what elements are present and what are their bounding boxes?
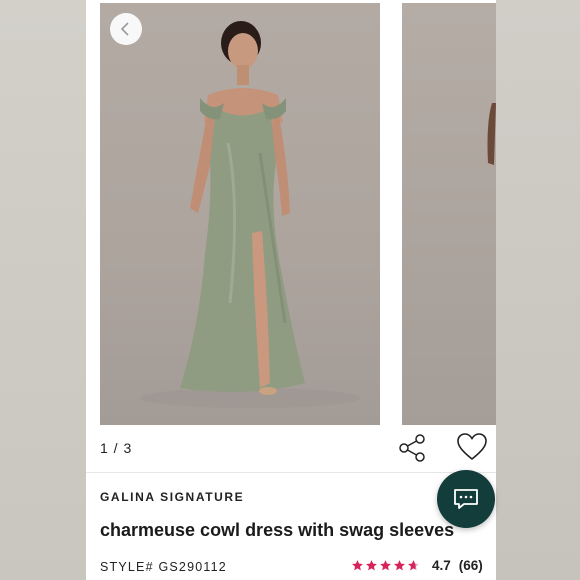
share-button[interactable]: [398, 433, 428, 463]
previous-image-button[interactable]: [110, 13, 142, 45]
share-icon: [399, 434, 425, 462]
heart-icon: [457, 433, 487, 461]
style-number: STYLE# GS290112: [100, 560, 227, 574]
chat-button[interactable]: [437, 470, 495, 528]
product-photo-next[interactable]: [402, 3, 496, 425]
favorite-button[interactable]: [456, 432, 488, 462]
star-icon: [380, 560, 391, 571]
brand-name[interactable]: GALINA SIGNATURE: [100, 490, 244, 504]
dress-model-illustration: [140, 21, 360, 408]
style-code: GS290112: [158, 560, 227, 574]
chevron-left-icon: [120, 22, 129, 36]
next-photo-arm-illustration: [487, 103, 496, 165]
star-half-icon: [408, 560, 419, 571]
star-icon: [352, 560, 363, 571]
rating-stars: [351, 559, 420, 572]
star-icon: [366, 560, 377, 571]
review-count[interactable]: (66): [459, 558, 483, 573]
background-left: [0, 0, 86, 580]
product-photo-main[interactable]: [100, 3, 380, 425]
style-label: STYLE#: [100, 560, 154, 574]
product-rating[interactable]: 4.7 (66): [351, 558, 483, 573]
rating-value: 4.7: [432, 558, 451, 573]
background-right: [494, 0, 580, 580]
chat-bubble-icon: [454, 489, 478, 509]
product-title: charmeuse cowl dress with swag sleeves: [100, 520, 455, 540]
image-carousel[interactable]: [86, 0, 496, 425]
star-icon: [394, 560, 405, 571]
section-divider: [86, 472, 496, 473]
image-counter: 1 / 3: [100, 440, 133, 456]
product-page: 1 / 3 GALINA SIGNATURE charmeuse cowl dr…: [86, 0, 496, 580]
